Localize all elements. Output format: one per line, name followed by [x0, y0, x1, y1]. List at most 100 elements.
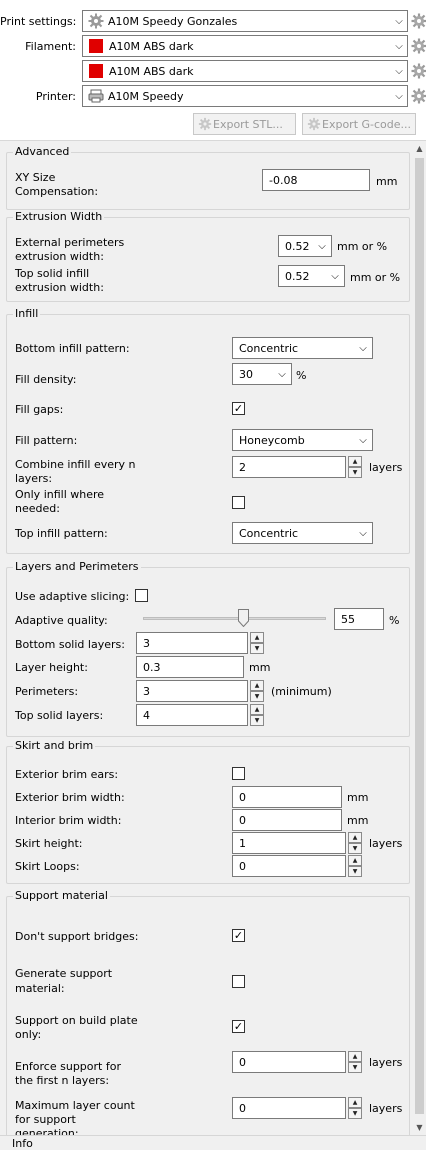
spin-down-icon[interactable]: ▼ — [348, 866, 362, 877]
top-infill-pattern-label: Top infill pattern: — [15, 527, 108, 540]
printer-value: A10M Speedy — [108, 89, 184, 103]
spin-up-icon[interactable]: ▲ — [348, 832, 362, 843]
group-title-info: Info — [12, 1137, 33, 1150]
export-gcode-button[interactable]: Export G-code... — [302, 113, 416, 135]
fill-density-combo[interactable]: 30 ⌵ — [232, 363, 292, 385]
perimeters-input[interactable]: 3 — [136, 680, 248, 702]
spin-up-icon[interactable]: ▲ — [348, 1051, 362, 1062]
info-strip — [0, 1135, 426, 1150]
only-infill-where-needed-checkbox[interactable] — [232, 496, 245, 509]
fill-gaps-checkbox[interactable]: ✓ — [232, 402, 245, 415]
export-gear-icon — [307, 117, 321, 131]
spin-down-icon[interactable]: ▼ — [348, 467, 362, 478]
skirt-loops-spinner[interactable]: ▲ ▼ — [348, 855, 362, 877]
perimeters-unit: (minimum) — [271, 685, 332, 698]
spin-up-icon[interactable]: ▲ — [348, 456, 362, 467]
exterior-brim-ears-checkbox[interactable] — [232, 767, 245, 780]
top-solid-layers-spinner[interactable]: ▲ ▼ — [250, 704, 264, 726]
adaptive-quality-input[interactable]: 55 — [334, 608, 384, 630]
xy-compensation-input[interactable]: -0.08 — [262, 169, 370, 191]
spin-down-icon[interactable]: ▼ — [250, 715, 264, 726]
spin-up-icon[interactable]: ▲ — [348, 1097, 362, 1108]
only-infill-where-needed-label: Only infill where — [15, 488, 105, 501]
printer-combo[interactable]: A10M Speedy ⌵ — [82, 85, 408, 107]
combine-infill-label-2: layers: — [15, 472, 53, 485]
enforce-support-label: Enforce support for — [15, 1060, 121, 1073]
adaptive-slicing-checkbox[interactable] — [135, 589, 148, 602]
print-settings-combo[interactable]: A10M Speedy Gonzales ⌵ — [82, 10, 408, 32]
xy-compensation-label: XY Size — [15, 171, 56, 184]
skirt-loops-input[interactable]: 0 — [232, 855, 346, 877]
spin-down-icon[interactable]: ▼ — [250, 691, 264, 702]
max-layer-count-spinner[interactable]: ▲ ▼ — [348, 1097, 362, 1119]
support-build-plate-label: Support on build plate — [15, 1014, 138, 1027]
support-build-plate-checkbox[interactable]: ✓ — [232, 1020, 245, 1033]
external-perimeters-combo[interactable]: 0.52 ⌵ — [278, 235, 332, 257]
combine-infill-spinner[interactable]: ▲ ▼ — [348, 456, 362, 478]
layer-height-label: Layer height: — [15, 661, 88, 674]
top-solid-infill-combo[interactable]: 0.52 ⌵ — [278, 265, 345, 287]
printer-label: Printer: — [35, 90, 76, 103]
fill-density-unit: % — [296, 369, 307, 382]
export-gcode-label: Export G-code... — [322, 117, 412, 131]
scrollbar-thumb[interactable] — [415, 158, 424, 1114]
spin-down-icon[interactable]: ▼ — [348, 1108, 362, 1119]
gear-icon[interactable] — [411, 88, 426, 104]
enforce-support-label-2: the first n layers: — [15, 1074, 110, 1087]
enforce-support-input[interactable]: 0 — [232, 1051, 346, 1073]
generate-support-label: Generate support — [15, 967, 113, 980]
spin-up-icon[interactable]: ▲ — [250, 704, 264, 715]
export-stl-button[interactable]: Export STL... — [193, 113, 296, 135]
adaptive-quality-slider-track[interactable] — [143, 617, 326, 620]
spin-down-icon[interactable]: ▼ — [348, 1062, 362, 1073]
top-infill-pattern-combo[interactable]: Concentric ⌵ — [232, 522, 373, 544]
exterior-brim-width-unit: mm — [347, 791, 369, 804]
vertical-scrollbar[interactable]: ▲ ▼ — [413, 142, 426, 1135]
dont-support-bridges-checkbox[interactable]: ✓ — [232, 929, 245, 942]
fill-pattern-combo[interactable]: Honeycomb ⌵ — [232, 429, 373, 451]
generate-support-checkbox[interactable] — [232, 975, 245, 988]
skirt-height-label: Skirt height: — [15, 837, 83, 850]
skirt-height-input[interactable]: 1 — [232, 832, 346, 854]
gear-icon[interactable] — [411, 38, 426, 54]
layer-height-input[interactable]: 0.3 — [136, 656, 244, 678]
spin-down-icon[interactable]: ▼ — [348, 843, 362, 854]
interior-brim-width-unit: mm — [347, 814, 369, 827]
adaptive-quality-slider-thumb[interactable] — [238, 609, 250, 627]
scroll-down-icon[interactable]: ▼ — [413, 1121, 426, 1135]
group-title: Support material — [13, 889, 110, 903]
spin-up-icon[interactable]: ▲ — [250, 632, 264, 643]
generate-support-label-2: material: — [15, 982, 65, 995]
perimeters-spinner[interactable]: ▲ ▼ — [250, 680, 264, 702]
combine-infill-input[interactable]: 2 — [232, 456, 346, 478]
filament-combo-2[interactable]: A10M ABS dark ⌵ — [82, 60, 408, 82]
filament-color-swatch — [89, 64, 103, 78]
spin-down-icon[interactable]: ▼ — [250, 643, 264, 654]
bottom-solid-layers-spinner[interactable]: ▲ ▼ — [250, 632, 264, 654]
spin-up-icon[interactable]: ▲ — [250, 680, 264, 691]
top-solid-infill-unit: mm or % — [350, 271, 401, 284]
fill-pattern-label: Fill pattern: — [15, 434, 78, 447]
interior-brim-width-input[interactable]: 0 — [232, 809, 342, 831]
max-layer-count-label-3: generation: — [15, 1127, 79, 1135]
bottom-solid-layers-input[interactable]: 3 — [136, 632, 248, 654]
max-layer-count-input[interactable]: 0 — [232, 1097, 346, 1119]
scroll-up-icon[interactable]: ▲ — [413, 142, 426, 156]
chevron-down-icon: ⌵ — [359, 527, 367, 539]
gear-icon[interactable] — [411, 63, 426, 79]
external-perimeters-label: External perimeters — [15, 236, 125, 249]
skirt-loops-label: Skirt Loops: — [15, 860, 80, 873]
enforce-support-spinner[interactable]: ▲ ▼ — [348, 1051, 362, 1073]
gear-icon[interactable] — [411, 13, 426, 29]
only-infill-where-needed-label-2: needed: — [15, 502, 60, 515]
bottom-infill-pattern-combo[interactable]: Concentric ⌵ — [232, 337, 373, 359]
exterior-brim-width-input[interactable]: 0 — [232, 786, 342, 808]
filament-combo-1[interactable]: A10M ABS dark ⌵ — [82, 35, 408, 57]
chevron-down-icon: ⌵ — [278, 368, 286, 380]
chevron-down-icon: ⌵ — [359, 434, 367, 446]
skirt-height-spinner[interactable]: ▲ ▼ — [348, 832, 362, 854]
fill-pattern-value: Honeycomb — [239, 433, 305, 447]
spin-up-icon[interactable]: ▲ — [348, 855, 362, 866]
fill-gaps-label: Fill gaps: — [15, 403, 64, 416]
top-solid-layers-input[interactable]: 4 — [136, 704, 248, 726]
